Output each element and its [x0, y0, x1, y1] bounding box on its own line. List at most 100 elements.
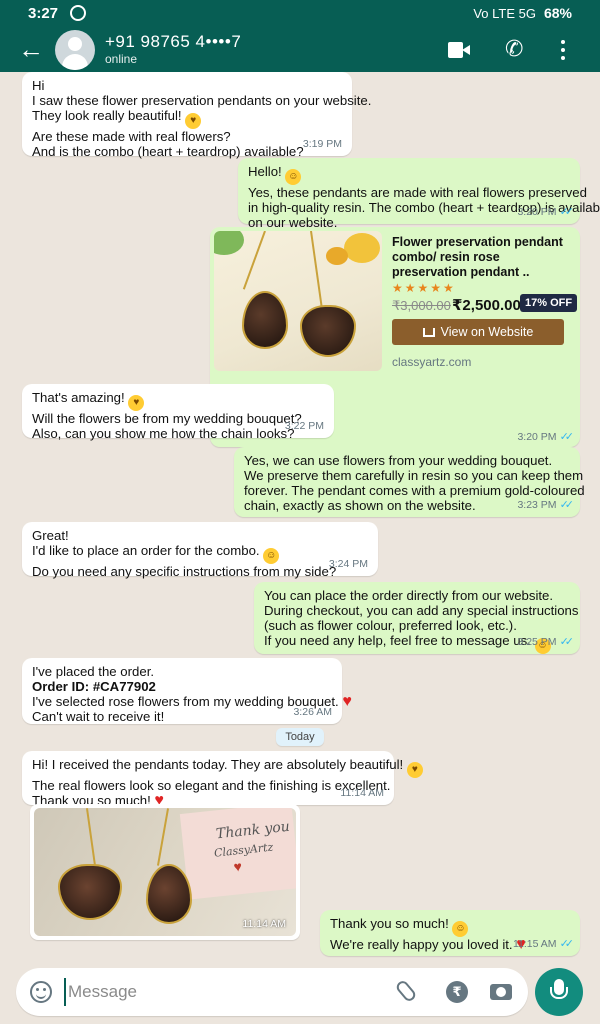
message-incoming[interactable]: I've placed the order. Order ID: #CA7790…	[22, 658, 352, 724]
read-ticks-icon: ✓✓	[559, 938, 575, 950]
whatsapp-notification-icon	[70, 5, 86, 21]
cart-icon	[422, 328, 435, 337]
read-ticks-icon: ✓✓	[559, 499, 575, 511]
message-text: forever. The pendant comes with a premiu…	[244, 483, 585, 498]
message-incoming[interactable]: That's amazing! ♥ Will the flowers be fr…	[22, 384, 334, 441]
rating-stars: ★★★★★	[392, 281, 456, 295]
message-outgoing[interactable]: Hello! ☺ Yes, these pendants are made wi…	[238, 158, 600, 230]
message-time: 11:15 AM	[512, 938, 557, 950]
status-time: 3:27	[28, 5, 59, 22]
message-time: 3:20 PM	[517, 431, 557, 443]
message-text: If you need any help, feel free to messa…	[264, 633, 531, 648]
message-text: During checkout, you can add any special…	[264, 603, 579, 618]
message-incoming[interactable]: Great! I'd like to place an order for th…	[22, 522, 378, 579]
view-on-website-button[interactable]: View on Website	[392, 319, 564, 345]
message-text: The real flowers look so elegant and the…	[32, 778, 391, 793]
contact-status: online	[105, 52, 138, 66]
message-outgoing[interactable]: You can place the order directly from ou…	[254, 582, 580, 654]
message-text: That's amazing!	[32, 390, 125, 405]
message-text: Also, can you show me how the chain look…	[32, 426, 295, 441]
photo-message[interactable]: Thank you ClassyArtz ♥ 11:14 AM	[30, 804, 300, 940]
contact-name[interactable]: +91 98765 4••••7	[105, 32, 241, 52]
message-text: Hello!	[248, 164, 282, 179]
read-ticks-icon: ✓✓	[559, 431, 575, 443]
mic-icon	[550, 979, 568, 999]
sale-price: ₹2,500.00	[452, 297, 521, 314]
discount-badge: 17% OFF	[520, 294, 578, 312]
message-text: Will the flowers be from my wedding bouq…	[32, 411, 302, 426]
attach-icon[interactable]	[394, 978, 418, 1004]
battery-level: 68%	[543, 5, 572, 21]
heart-eyes-emoji-icon: ♥	[185, 113, 202, 129]
message-composer: ₹	[16, 968, 528, 1016]
date-divider: Today	[276, 728, 324, 746]
message-text: I've placed the order.	[32, 664, 155, 679]
message-time: 11:14 AM	[242, 918, 286, 930]
message-text: Are these made with real flowers?	[32, 129, 231, 144]
avatar[interactable]	[55, 30, 95, 70]
message-text: Hi! I received the pendants today. They …	[32, 757, 404, 772]
message-time: 11:14 AM	[340, 787, 384, 799]
message-time: 3:26 AM	[293, 706, 332, 718]
read-ticks-icon: ✓✓	[559, 206, 575, 218]
message-text: Order ID:	[32, 679, 93, 694]
voice-record-button[interactable]	[535, 968, 583, 1016]
message-text: Hi	[32, 78, 45, 93]
message-text: We're really happy you loved it.	[330, 937, 513, 952]
message-time: 3:23 PM	[517, 499, 557, 511]
original-price: ₹3,000.00	[392, 298, 451, 313]
read-ticks-icon: ✓✓	[559, 636, 575, 648]
phone-icon[interactable]: ✆	[505, 36, 523, 62]
product-title: Flower preservation pendant combo/ resin…	[392, 235, 563, 279]
message-time: 3:24 PM	[328, 558, 368, 570]
heart-eyes-emoji-icon: ♥	[406, 762, 423, 778]
rupee-icon[interactable]: ₹	[446, 981, 468, 1003]
card-text: Thank you	[215, 818, 291, 843]
link-domain: classyartz.com	[392, 355, 472, 369]
video-call-icon[interactable]	[448, 42, 470, 58]
message-time: 3:22 PM	[284, 420, 324, 432]
message-text: They look really beautiful!	[32, 108, 182, 123]
smile-emoji-icon: ☺	[263, 548, 280, 564]
message-text: I saw these flower preservation pendants…	[32, 93, 372, 108]
message-text: Yes, these pendants are made with real f…	[248, 185, 587, 200]
more-menu-icon[interactable]	[560, 40, 566, 64]
message-text: Do you need any specific instructions fr…	[32, 564, 337, 579]
view-on-website-label: View on Website	[440, 325, 534, 339]
message-text: We preserve them carefully in resin so y…	[244, 468, 584, 483]
card-text: ClassyArtz	[213, 840, 274, 860]
message-text: Can't wait to receive it!	[32, 709, 165, 724]
camera-icon[interactable]	[490, 984, 512, 1000]
chat-area: Hi I saw these flower preservation penda…	[0, 72, 600, 962]
smile-emoji-icon: ☺	[285, 169, 302, 185]
heart-pendant	[58, 864, 122, 920]
message-text: Thank you so much!	[330, 916, 449, 931]
message-text: You can place the order directly from ou…	[264, 588, 554, 603]
message-text: And is the combo (heart + teardrop) avai…	[32, 144, 304, 159]
chat-header: ← +91 98765 4••••7 online ✆	[0, 28, 600, 72]
emoji-icon[interactable]	[30, 981, 52, 1003]
message-input[interactable]	[64, 978, 364, 1006]
back-arrow-icon[interactable]: ←	[18, 36, 44, 62]
heart-emoji-icon: ♥	[342, 693, 352, 710]
message-incoming[interactable]: Hi! I received the pendants today. They …	[22, 751, 423, 809]
message-incoming[interactable]: Hi I saw these flower preservation penda…	[22, 72, 372, 159]
heart-eyes-emoji-icon: ♥	[128, 395, 145, 411]
status-bar: 3:27 Vo LTE 5G 68%	[0, 0, 600, 28]
network-indicator: Vo LTE 5G	[473, 5, 536, 21]
message-text: Great!	[32, 528, 69, 543]
message-outgoing[interactable]: Yes, we can use flowers from your weddin…	[234, 447, 585, 517]
message-text: (such as flower colour, preferred look, …	[264, 618, 517, 633]
pendants-photo[interactable]: Thank you ClassyArtz ♥ 11:14 AM	[34, 808, 296, 936]
message-text: I'd like to place an order for the combo…	[32, 543, 260, 558]
message-time: 3:25 PM	[517, 636, 557, 648]
thank-you-card: Thank you ClassyArtz ♥	[179, 808, 296, 900]
message-text: Yes, we can use flowers from your weddin…	[244, 453, 553, 468]
message-time: 3:20 PM	[517, 206, 557, 218]
status-right: Vo LTE 5G 68%	[473, 5, 572, 21]
message-time: 3:19 PM	[302, 138, 342, 150]
smile-emoji-icon: ☺	[452, 921, 469, 937]
order-id: #CA77902	[92, 679, 156, 694]
message-outgoing[interactable]: Thank you so much! ☺ We're really happy …	[320, 910, 580, 956]
product-image[interactable]	[214, 231, 382, 371]
